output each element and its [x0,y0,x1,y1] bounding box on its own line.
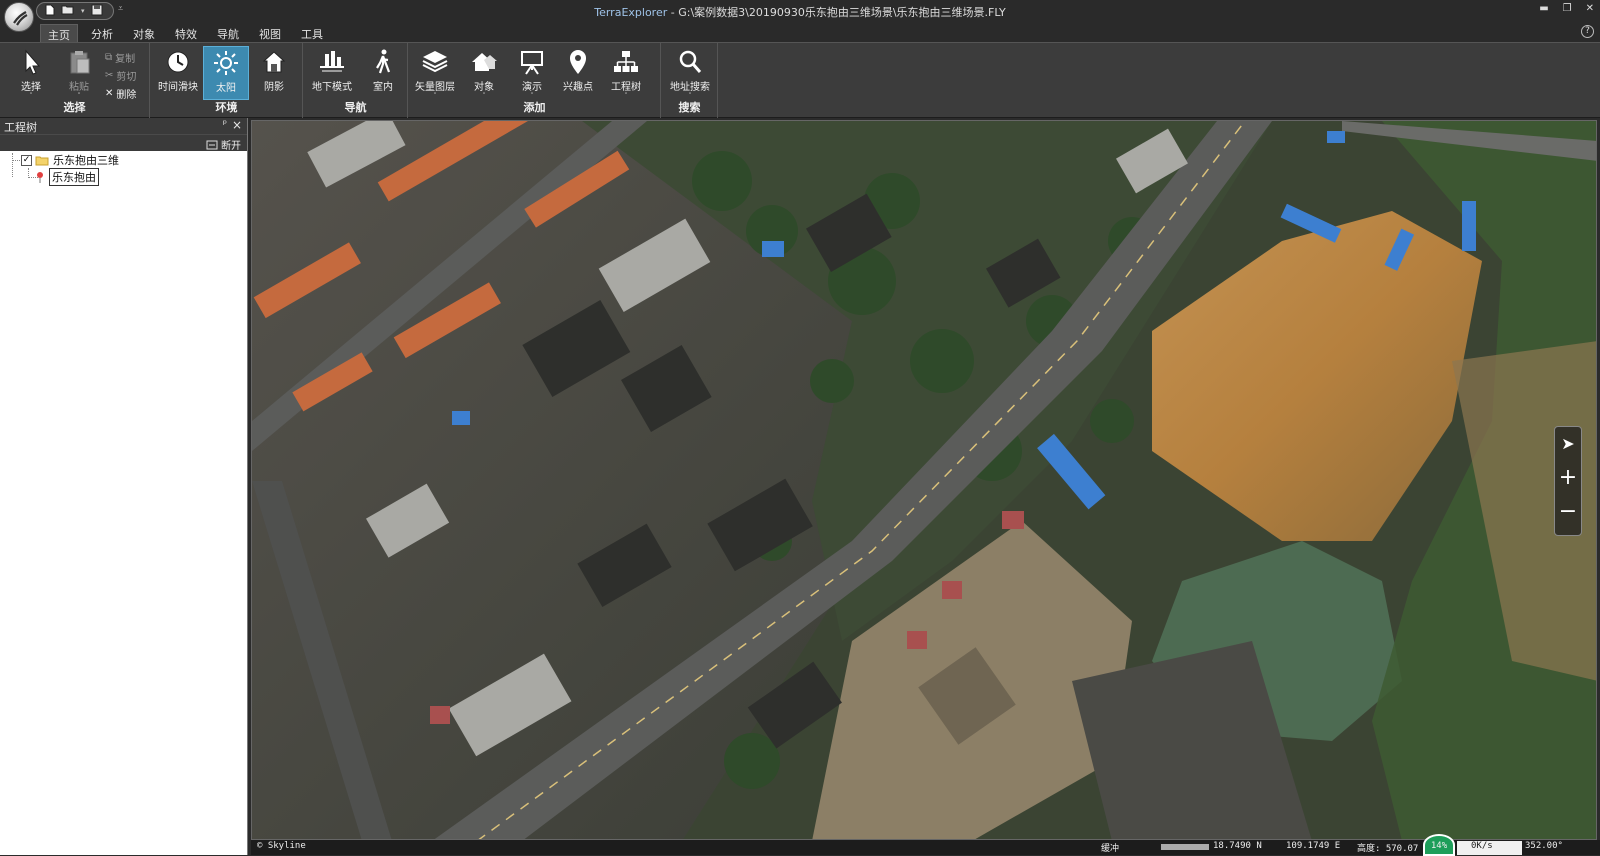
tree-item-label: 乐东抱由三维 [53,154,119,167]
status-bar: © Skyline 缓冲 18.7490 N 109.1749 E 高度: 57… [251,834,1600,856]
ribbon: 选择 ˅ 粘贴 ˅ ⧉ 复制 ✂ 剪切 ✕ 删除 选择 时间滑块 太阳 阴影 环… [0,42,1600,118]
indoor-button[interactable]: 室内 [360,46,406,100]
navigation-control: ➤ + − [1554,426,1582,536]
zoom-in-icon[interactable]: + [1555,461,1581,495]
underground-icon [320,51,344,72]
tab-analysis[interactable]: 分析 [84,24,120,42]
copy-button[interactable]: ⧉ 复制 [105,49,135,65]
tab-view[interactable]: 视图 [252,24,288,42]
app-name: TerraExplorer [594,6,668,19]
maximize-icon[interactable]: ❐ [1563,3,1572,14]
ribbon-group-search: 地址搜索 ˅ 搜索 [662,43,718,118]
group-label-add: 添加 [523,101,546,114]
group-label-search: 搜索 [678,101,701,114]
location-pin-icon [37,172,43,183]
speed-readout: 0K/s [1457,841,1522,855]
progress-indicator: 14% [1423,834,1455,856]
buffer-label: 缓冲 [1101,844,1120,854]
ribbon-group-select: 选择 ˅ 粘贴 ˅ ⧉ 复制 ✂ 剪切 ✕ 删除 选择 [0,43,150,118]
presentation-button[interactable]: 演示 ˅ [509,46,555,100]
close-panel-icon[interactable]: × [232,118,242,132]
object-button[interactable]: 对象 ˅ [461,46,507,100]
altitude-readout: 高度: 570.07 [1357,844,1419,854]
tree-connector [12,160,20,161]
tree-connector [12,153,13,177]
pin-icon[interactable]: ᵖ [223,119,227,130]
3d-map-view[interactable]: ➤ + − [251,120,1597,840]
north-arrow-icon[interactable]: ➤ [1555,427,1581,461]
tab-navigation[interactable]: 导航 [210,24,246,42]
copyright-text: © Skyline [257,841,306,851]
tab-effects[interactable]: 特效 [168,24,204,42]
ribbon-group-add: 矢量图层 ˅ 对象 ˅ 演示 ˅ 兴趣点 工程树 ˅ 添加 [409,43,661,118]
longitude-readout: 109.1749 E [1286,841,1341,851]
window-controls: ▬ ❐ ✕ [1539,3,1594,14]
magnifier-icon [679,50,702,73]
help-icon[interactable]: ? [1581,25,1594,38]
minimize-icon[interactable]: ▬ [1539,3,1548,14]
delete-x-icon: ✕ [105,87,114,99]
aerial-imagery [252,121,1596,839]
file-path: G:\案例数据3\20190930乐东抱由三维场景\乐东抱由三维场景.FLY [678,6,1006,19]
tab-objects[interactable]: 对象 [126,24,162,42]
window-title: TerraExplorer - G:\案例数据3\20190930乐东抱由三维场… [0,4,1600,20]
panel-toolbar: 断开 [0,134,247,152]
buffer-progress-bar [1161,844,1209,850]
title-separator: - [667,6,679,19]
checkbox-checked-icon[interactable]: ✓ [21,154,32,166]
underground-mode-button[interactable]: 地下模式 [306,46,358,100]
close-icon[interactable]: ✕ [1586,3,1594,14]
clock-icon [167,51,189,73]
tree-item-folder[interactable]: ✓ 乐东抱由三维 [21,152,119,168]
menu-bar: 主页 分析 对象 特效 导航 视图 工具 ? [0,22,1600,42]
latitude-readout: 18.7490 N [1213,841,1262,851]
clipboard-icon [70,51,90,74]
tab-tools[interactable]: 工具 [294,24,330,42]
title-bar: ▾ ⩡ TerraExplorer - G:\案例数据3\20190930乐东抱… [0,0,1600,22]
paste-button[interactable]: 粘贴 ˅ [56,46,102,100]
project-tree-panel: 工程树 ᵖ × 断开 ✓ 乐东抱由三维 乐东抱由 [0,118,248,855]
sun-button[interactable]: 太阳 [203,46,249,100]
zoom-out-icon[interactable]: − [1555,495,1581,529]
disconnect-button[interactable]: 断开 [206,137,241,152]
presentation-board-icon [521,51,543,75]
scissors-icon: ✂ [105,69,114,81]
objects-house-icon [472,53,497,71]
poi-button[interactable]: 兴趣点 [555,46,601,100]
sun-icon [214,51,238,75]
panel-title: 工程树 [4,121,37,134]
group-label-navigation: 导航 [344,101,367,114]
tab-home[interactable]: 主页 [40,24,78,42]
shadow-house-icon [262,51,286,73]
vector-layer-button[interactable]: 矢量图层 ˅ [409,46,461,100]
panel-header: 工程树 ᵖ × [0,118,247,134]
ribbon-group-navigation: 地下模式 室内 导航 [304,43,408,118]
disconnect-icon [206,140,218,149]
tree-item-label: 乐东抱由 [49,168,99,186]
map-pin-icon [570,50,586,74]
project-tree-button[interactable]: 工程树 ˅ [603,46,649,100]
address-search-button[interactable]: 地址搜索 ˅ [664,46,716,100]
heading-readout: 352.00° [1525,841,1563,851]
time-slider-button[interactable]: 时间滑块 [153,46,203,100]
shadow-button[interactable]: 阴影 [251,46,297,100]
copy-icon: ⧉ [105,51,113,63]
select-button[interactable]: 选择 ˅ [8,46,54,100]
cursor-arrow-icon [25,49,41,75]
folder-icon [35,156,49,165]
group-label-select: 选择 [63,101,86,114]
group-label-environment: 环境 [215,101,238,114]
ribbon-group-environment: 时间滑块 太阳 阴影 环境 [151,43,303,118]
app-logo[interactable] [4,2,34,32]
layers-icon [422,51,448,73]
walking-person-icon [376,49,391,74]
tree-body: ✓ 乐东抱由三维 乐东抱由 [0,151,247,851]
cut-button[interactable]: ✂ 剪切 [105,67,136,83]
tree-item-location[interactable]: 乐东抱由 [36,168,99,186]
tree-hierarchy-icon [614,51,638,72]
